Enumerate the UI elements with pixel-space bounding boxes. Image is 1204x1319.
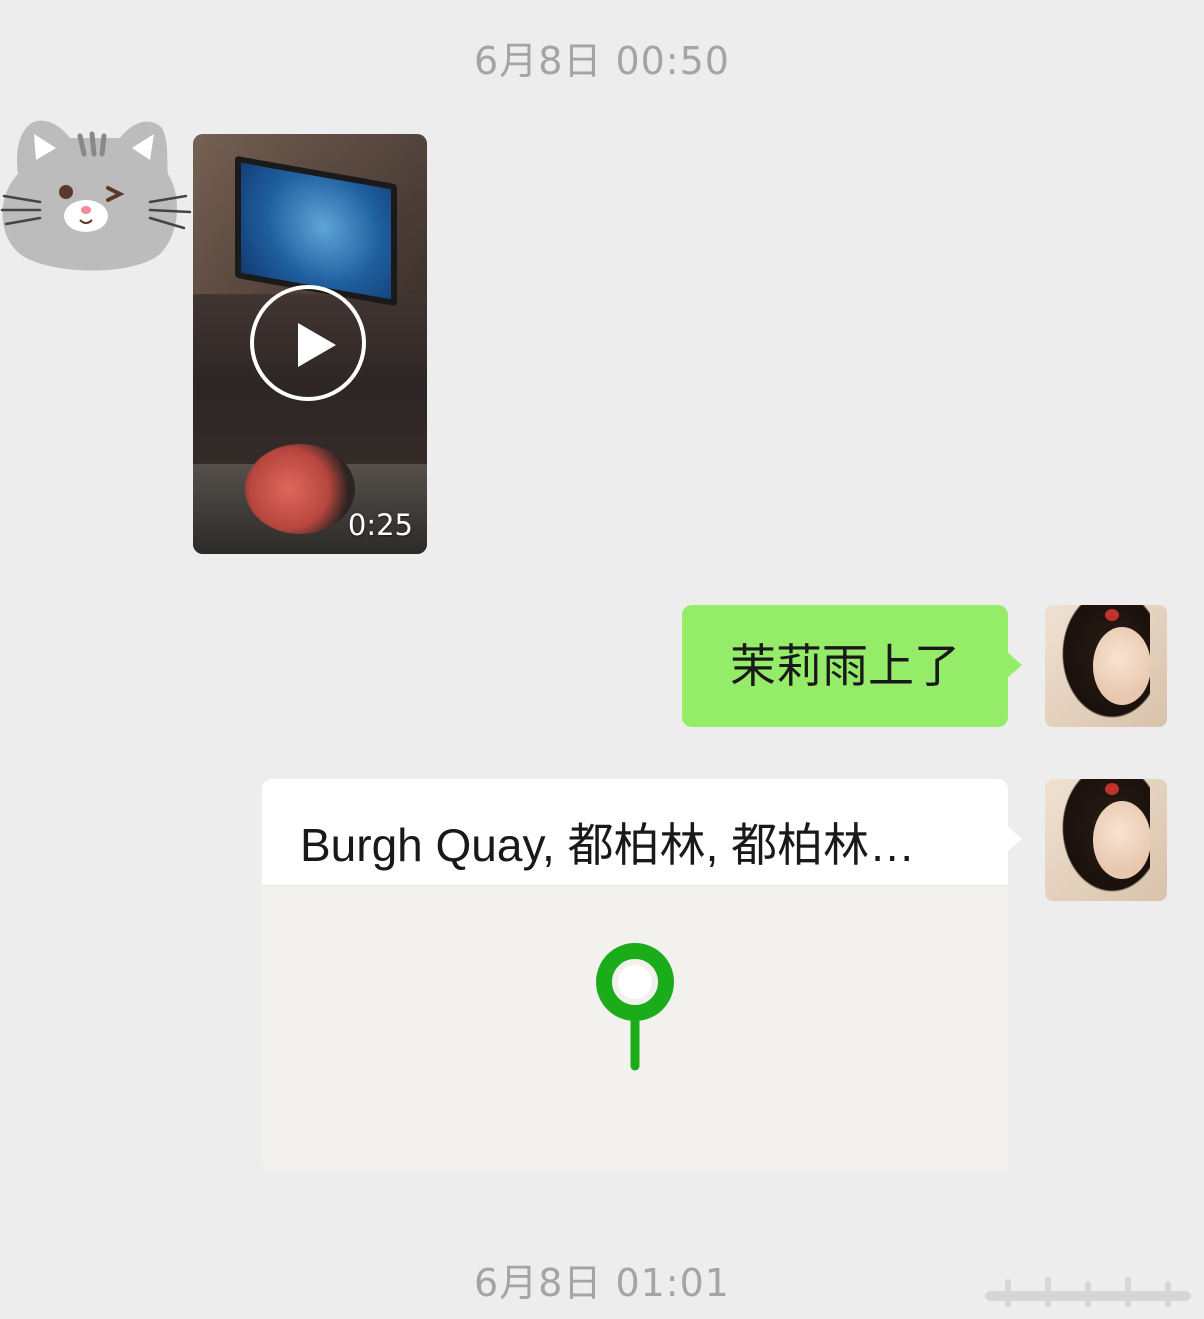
cat-face-icon bbox=[0, 120, 192, 271]
timestamp: 6月8日 00:50 bbox=[474, 39, 730, 83]
cat-avatar[interactable] bbox=[0, 104, 192, 276]
location-message-card[interactable]: Burgh Quay, 都柏林, 都柏林… bbox=[262, 779, 1022, 1172]
text-message-bubble[interactable]: 茉莉雨上了 bbox=[682, 605, 1022, 727]
user-avatar[interactable] bbox=[1045, 779, 1167, 901]
location-map-preview bbox=[262, 885, 1008, 1172]
map-pin-icon bbox=[596, 943, 674, 1071]
video-thumbnail-plate bbox=[245, 444, 355, 534]
user-avatar[interactable] bbox=[1045, 605, 1167, 727]
video-message[interactable]: 0:25 bbox=[193, 134, 427, 554]
play-icon[interactable] bbox=[250, 285, 366, 401]
video-duration: 0:25 bbox=[347, 508, 413, 542]
location-title: Burgh Quay, 都柏林, 都柏林… bbox=[300, 819, 916, 871]
watermark-logo bbox=[985, 1277, 1191, 1307]
